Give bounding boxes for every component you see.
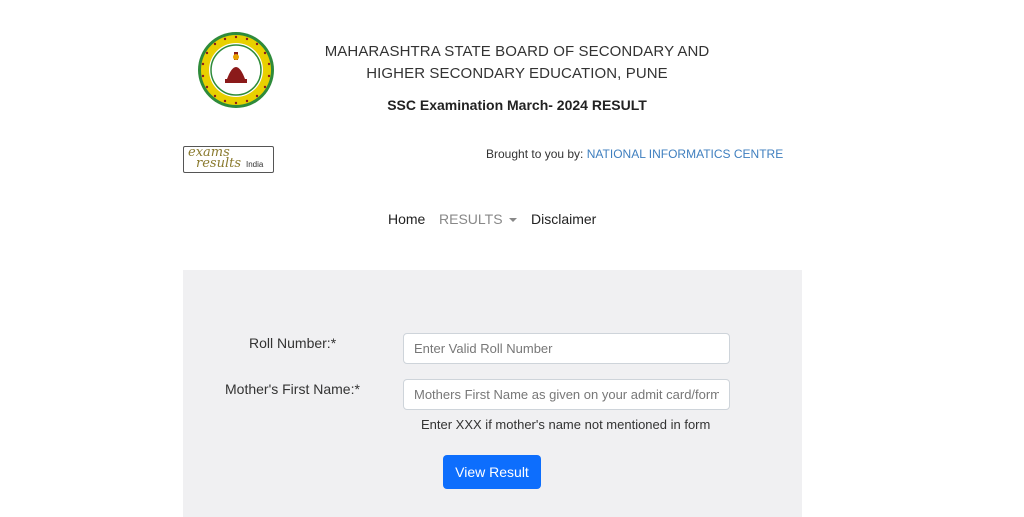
roll-number-input[interactable] (403, 333, 730, 364)
nic-link[interactable]: NATIONAL INFORMATICS CENTRE (587, 147, 783, 161)
view-result-button[interactable]: View Result (443, 455, 541, 489)
board-emblem-icon (197, 31, 275, 109)
board-name-line1: MAHARASHTRA STATE BOARD OF SECONDARY AND (324, 43, 710, 60)
logo-word-results: results (196, 156, 242, 171)
exam-result-title: SSC Examination March- 2024 RESULT (387, 97, 647, 113)
brought-prefix: Brought to you by: (486, 147, 584, 161)
caret-down-icon (508, 218, 517, 223)
nav-results-dropdown[interactable]: RESULTS (439, 211, 517, 227)
nav-home-link[interactable]: Home (388, 211, 425, 227)
board-name-line2: HIGHER SECONDARY EDUCATION, PUNE (366, 65, 668, 82)
exams-results-india-logo: exams results India (183, 146, 274, 173)
mother-name-hint: Enter XXX if mother's name not mentioned… (421, 417, 711, 432)
mother-name-label: Mother's First Name:* (225, 381, 360, 397)
mother-name-input[interactable] (403, 379, 730, 410)
brought-to-you-by: Brought to you by: NATIONAL INFORMATICS … (486, 147, 783, 161)
nav-results-label: RESULTS (439, 211, 503, 227)
logo-word-india: India (246, 160, 264, 169)
nav-disclaimer-link[interactable]: Disclaimer (531, 211, 596, 227)
roll-number-label: Roll Number:* (249, 335, 337, 351)
